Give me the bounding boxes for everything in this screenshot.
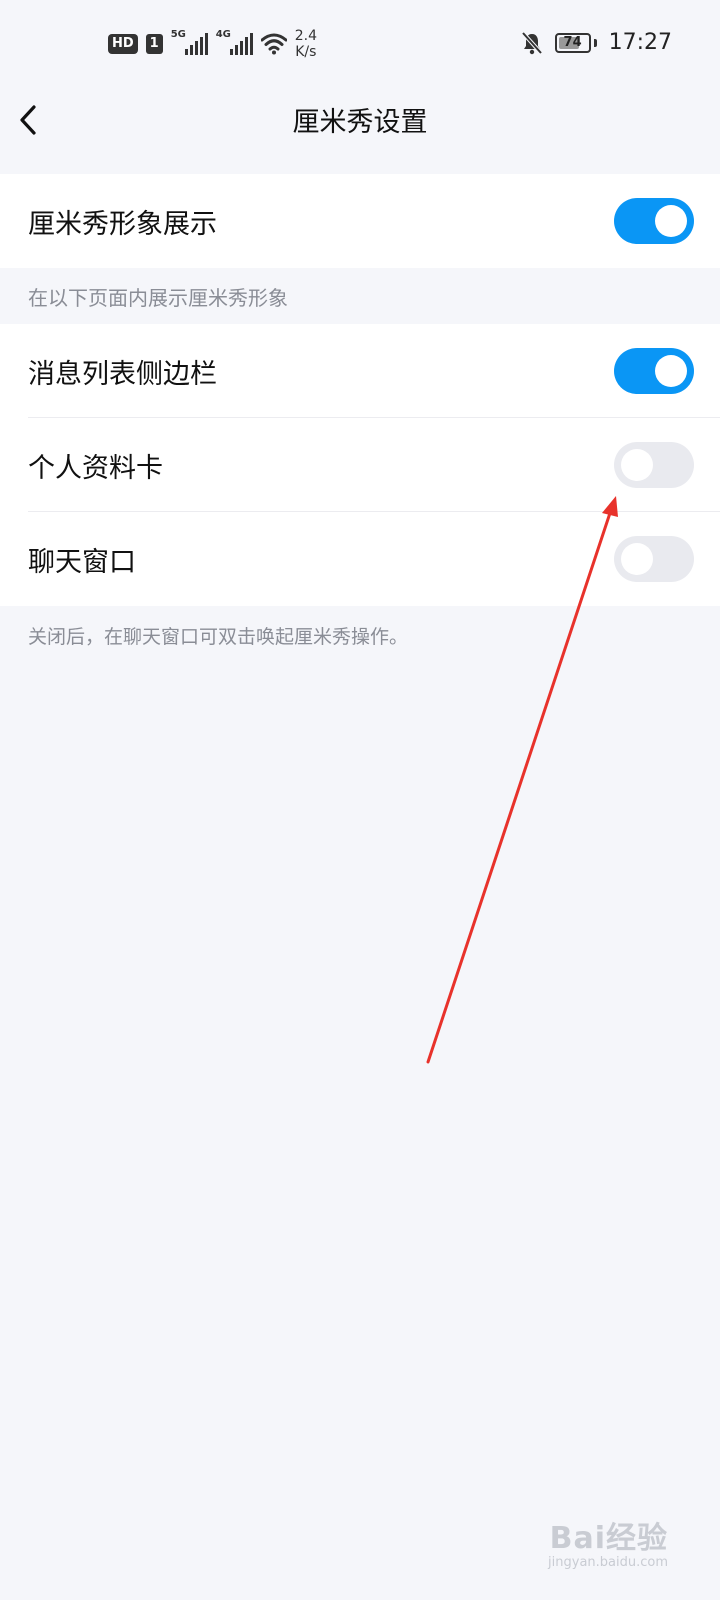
watermark-url: jingyan.baidu.com [548, 1555, 668, 1570]
watermark-brand: Bai经验 [549, 1521, 668, 1556]
watermark-logo: Bai经验 jingyan.baidu.com [548, 1513, 668, 1570]
annotation-arrow-icon [426, 496, 618, 1064]
